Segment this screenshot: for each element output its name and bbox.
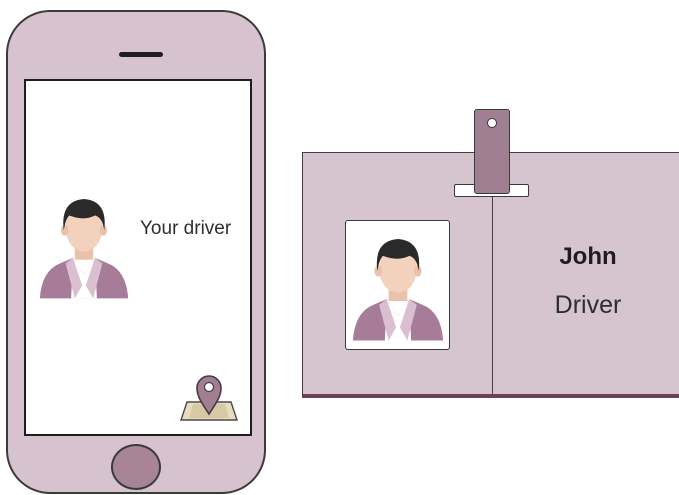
badge-fold-divider xyxy=(492,197,493,394)
badge-photo-frame xyxy=(345,220,450,350)
map-location-pin-icon[interactable] xyxy=(179,368,239,424)
clip-hole xyxy=(487,118,497,128)
phone-speaker xyxy=(119,52,163,57)
badge-name: John xyxy=(559,243,617,270)
badge-role: Driver xyxy=(554,291,622,319)
driver-avatar-icon xyxy=(39,199,129,299)
badge-avatar-icon xyxy=(352,239,444,341)
home-button[interactable] xyxy=(111,444,161,490)
your-driver-label: Your driver xyxy=(140,218,232,239)
badge-clip-icon xyxy=(474,109,510,194)
phone-illustration: Your driver xyxy=(6,10,266,494)
phone-screen: Your driver xyxy=(24,79,252,436)
